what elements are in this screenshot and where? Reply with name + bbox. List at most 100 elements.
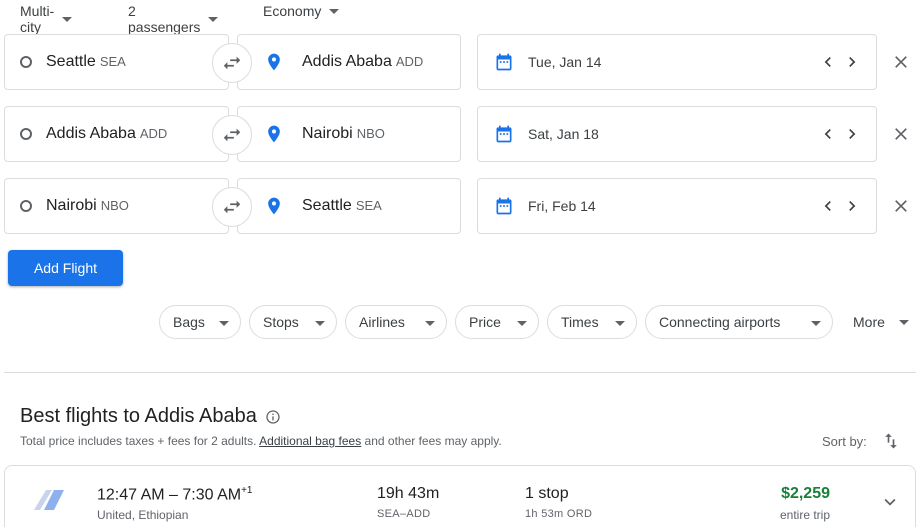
flight-price: $2,259 bbox=[781, 485, 830, 502]
close-icon bbox=[895, 56, 907, 68]
origin-city-name: Nairobi bbox=[46, 197, 97, 214]
previous-date-button[interactable] bbox=[816, 124, 840, 144]
remove-leg-button[interactable] bbox=[889, 122, 913, 146]
flight-leg-row: Addis Ababa ADD Nairobi NBO Sat, Jan 18 bbox=[0, 106, 916, 162]
departure-date-field[interactable]: Sat, Jan 18 bbox=[477, 106, 877, 162]
caret-down-icon bbox=[329, 9, 340, 14]
airline-logo-icon bbox=[30, 488, 66, 517]
flight-result-card[interactable]: 12:47 AM – 7:30 AM+1 United, Ethiopian 1… bbox=[4, 465, 916, 527]
chevron-right-icon bbox=[849, 129, 856, 139]
remove-leg-button[interactable] bbox=[889, 194, 913, 218]
destination-city-name: Seattle bbox=[302, 197, 352, 214]
swap-button[interactable] bbox=[212, 187, 252, 227]
price-note-prefix: Total price includes taxes + fees for 2 … bbox=[20, 434, 260, 448]
caret-down-icon bbox=[208, 17, 219, 22]
chevron-left-icon bbox=[824, 57, 831, 67]
next-date-button[interactable] bbox=[840, 52, 864, 72]
destination-airport-code: NBO bbox=[356, 126, 385, 141]
origin-airport-code: NBO bbox=[100, 198, 129, 213]
swap-button[interactable] bbox=[212, 115, 252, 155]
flight-leg-row: Nairobi NBO Seattle SEA Fri, Feb 14 bbox=[0, 178, 916, 234]
calendar-icon bbox=[494, 124, 514, 144]
origin-city-name: Addis Ababa bbox=[46, 125, 136, 142]
filter-chip-label: Bags bbox=[173, 314, 205, 330]
departure-date-field[interactable]: Fri, Feb 14 bbox=[477, 178, 877, 234]
flight-stops: 1 stop bbox=[525, 485, 569, 502]
origin-field[interactable]: Nairobi NBO bbox=[4, 178, 229, 234]
origin-airport-code: SEA bbox=[99, 54, 126, 69]
destination-field[interactable]: Nairobi NBO bbox=[237, 106, 461, 162]
departure-date-text: Fri, Feb 14 bbox=[528, 198, 596, 214]
location-pin-icon bbox=[264, 123, 284, 145]
origin-field[interactable]: Addis Ababa ADD bbox=[4, 106, 229, 162]
flight-times: 12:47 AM – 7:30 AM+1 bbox=[97, 485, 253, 504]
chevron-left-icon bbox=[824, 129, 831, 139]
caret-down-icon bbox=[425, 321, 435, 326]
filter-chip-airlines[interactable]: Airlines bbox=[345, 305, 447, 339]
calendar-icon bbox=[494, 196, 514, 216]
departure-date-field[interactable]: Tue, Jan 14 bbox=[477, 34, 877, 90]
swap-arrows-icon bbox=[223, 56, 241, 70]
chevron-right-icon bbox=[849, 201, 856, 211]
airline-names: United, Ethiopian bbox=[97, 508, 189, 522]
cabin-class-select[interactable]: Economy bbox=[263, 3, 340, 19]
bag-fees-link[interactable]: Additional bag fees bbox=[259, 434, 361, 448]
filter-chip-times[interactable]: Times bbox=[547, 305, 637, 339]
destination-field[interactable]: Seattle SEA bbox=[237, 178, 461, 234]
origin-ring-icon bbox=[20, 200, 32, 212]
calendar-icon bbox=[494, 52, 514, 72]
info-icon[interactable] bbox=[265, 409, 281, 425]
remove-leg-button[interactable] bbox=[889, 50, 913, 74]
chevron-left-icon bbox=[824, 201, 831, 211]
destination-field[interactable]: Addis Ababa ADD bbox=[237, 34, 461, 90]
flight-times-text: 12:47 AM – 7:30 AM bbox=[97, 486, 242, 504]
filter-chip-stops[interactable]: Stops bbox=[249, 305, 337, 339]
location-pin-icon bbox=[264, 195, 284, 217]
filter-chip-price[interactable]: Price bbox=[455, 305, 539, 339]
price-subtext: entire trip bbox=[779, 508, 830, 522]
departure-date-text: Tue, Jan 14 bbox=[528, 54, 602, 70]
expand-details-button[interactable] bbox=[878, 490, 902, 514]
origin-field[interactable]: Seattle SEA bbox=[4, 34, 229, 90]
destination-airport-code: SEA bbox=[355, 198, 382, 213]
flight-route: SEA–ADD bbox=[377, 508, 431, 520]
trip-type-label: Multi-city bbox=[20, 3, 55, 35]
next-date-button[interactable] bbox=[840, 124, 864, 144]
filter-chip-bags[interactable]: Bags bbox=[159, 305, 241, 339]
destination-airport-code: ADD bbox=[395, 54, 424, 69]
sort-arrows-icon bbox=[885, 433, 897, 449]
filter-chip-connecting-airports[interactable]: Connecting airports bbox=[645, 305, 833, 339]
swap-arrows-icon bbox=[223, 128, 241, 142]
passengers-select[interactable]: 2 passengers bbox=[128, 3, 219, 35]
destination-city: Seattle SEA bbox=[302, 197, 382, 215]
caret-down-icon bbox=[898, 319, 909, 325]
origin-city: Seattle SEA bbox=[46, 53, 126, 71]
price-note: Total price includes taxes + fees for 2 … bbox=[20, 434, 502, 448]
origin-city: Addis Ababa ADD bbox=[46, 125, 167, 143]
caret-down-icon bbox=[62, 17, 73, 22]
destination-city-name: Addis Ababa bbox=[302, 53, 392, 70]
destination-city: Nairobi NBO bbox=[302, 125, 385, 143]
caret-down-icon bbox=[517, 321, 527, 326]
sort-button[interactable] bbox=[881, 431, 901, 451]
results-title: Best flights to Addis Ababa bbox=[20, 405, 257, 427]
passengers-label: 2 passengers bbox=[128, 3, 201, 35]
cabin-class-label: Economy bbox=[263, 3, 322, 19]
origin-ring-icon bbox=[20, 128, 32, 140]
next-date-button[interactable] bbox=[840, 196, 864, 216]
filter-chip-label: Connecting airports bbox=[659, 314, 781, 330]
results-heading: Best flights to Addis Ababa bbox=[20, 405, 281, 428]
more-filters-button[interactable]: More bbox=[853, 305, 909, 339]
previous-date-button[interactable] bbox=[816, 52, 840, 72]
flight-leg-row: Seattle SEA Addis Ababa ADD Tue, Jan 14 bbox=[0, 34, 916, 90]
swap-arrows-icon bbox=[223, 200, 241, 214]
caret-down-icon bbox=[219, 321, 229, 326]
add-flight-button[interactable]: Add Flight bbox=[8, 250, 123, 286]
origin-city-name: Seattle bbox=[46, 53, 96, 70]
swap-button[interactable] bbox=[212, 43, 252, 83]
trip-type-select[interactable]: Multi-city bbox=[20, 3, 73, 35]
previous-date-button[interactable] bbox=[816, 196, 840, 216]
flight-duration: 19h 43m bbox=[377, 485, 440, 502]
layover-info: 1h 53m ORD bbox=[525, 508, 593, 520]
caret-down-icon bbox=[315, 321, 325, 326]
